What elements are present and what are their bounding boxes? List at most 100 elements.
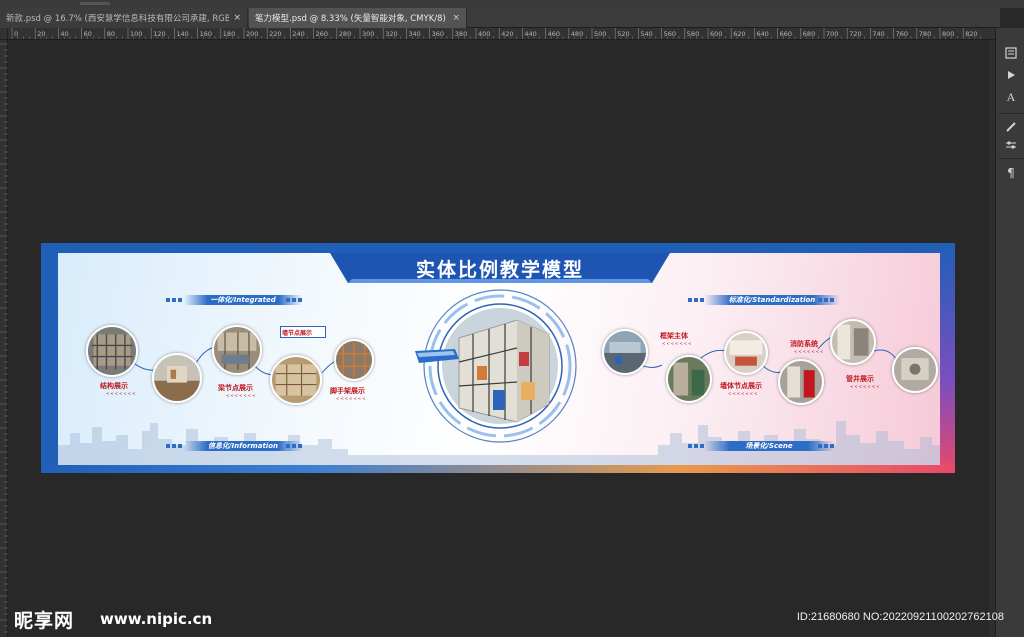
panel-separator (999, 158, 1023, 159)
vertical-ruler[interactable] (0, 40, 8, 637)
ruler-tick-label: 80 (107, 30, 115, 38)
ruler-tick-label: 740 (872, 30, 884, 38)
ruler-tick-label: 280 (339, 30, 351, 38)
document-tabbar: 新款.psd @ 16.7% (西安慧学信息科技有限公司承建, RGB/8#) … (0, 8, 1000, 28)
ruler-tick-label: 780 (919, 30, 931, 38)
ruler-tick-label: 240 (292, 30, 304, 38)
caption-frame-body: 框架主体 (660, 332, 688, 340)
caption-pipe-shaft: 管井展示 (846, 375, 874, 383)
photo-wall-node (212, 325, 262, 375)
caption-sub-pipe-shaft: <<<<<<< (850, 384, 881, 389)
play-icon[interactable] (1002, 68, 1020, 82)
ruler-tick-label: 100 (130, 30, 142, 38)
ruler-origin[interactable] (0, 28, 8, 40)
ruler-tick-label: 140 (176, 30, 188, 38)
ruler-tick-label: 40 (60, 30, 68, 38)
horizontal-ruler[interactable]: 0 20 40 60 80 100 120 140 160 180 200 220 240 260 280 3… (8, 28, 995, 40)
watermark-logo: 昵享网 (14, 610, 75, 632)
ruler-tick-label: 600 (710, 30, 722, 38)
caption-sub-scaffold: <<<<<<< (336, 396, 367, 401)
tab-document-2[interactable]: 笔力模型.psd @ 8.33% (矢量智能对象, CMYK/8) * × (249, 8, 467, 28)
ruler-tick-label: 360 (432, 30, 444, 38)
ruler-tick-label: 680 (803, 30, 815, 38)
photo-wall-node-right (724, 331, 768, 375)
ruler-tick-label: 20 (37, 30, 45, 38)
ruler-tick-label: 820 (965, 30, 977, 38)
tab-document-1[interactable]: 新款.psd @ 16.7% (西安慧学信息科技有限公司承建, RGB/8#) … (0, 8, 248, 28)
hub-nameplate (415, 349, 459, 363)
ruler-tick-label: 800 (942, 30, 954, 38)
paragraph-icon-label: ¶ (1007, 166, 1015, 180)
right-docked-panel: A ¶ (995, 28, 1024, 637)
ruler-tick-label: 120 (153, 30, 165, 38)
photo-fire-system (778, 359, 824, 405)
watermark-url: www.nipic.cn (100, 610, 213, 628)
photo-scaffold-node (270, 355, 322, 405)
brush-icon[interactable] (1002, 120, 1020, 134)
history-icon[interactable] (1002, 46, 1020, 60)
ruler-tick-label: 420 (501, 30, 513, 38)
photo-pipe-shaft (830, 319, 876, 365)
caption-sub-frame-body: <<<<<<< (662, 341, 693, 346)
ruler-tick-label: 440 (524, 30, 536, 38)
ruler-tick-label: 220 (269, 30, 281, 38)
caption-fire-system: 消防系统 (790, 340, 818, 348)
ruler-tick-label: 260 (316, 30, 328, 38)
central-model-hub (423, 289, 577, 443)
ruler-tick-label: 720 (849, 30, 861, 38)
caption-scaffold: 脚手架展示 (330, 387, 365, 395)
ruler-tick-label: 200 (246, 30, 258, 38)
top-strip-mark (80, 2, 110, 5)
tab-document-1-label: 新款.psd @ 16.7% (西安慧学信息科技有限公司承建, RGB/8#) (6, 14, 230, 24)
paragraph-icon[interactable]: ¶ (1002, 166, 1020, 180)
ruler-tick-label: 480 (571, 30, 583, 38)
ruler-tick-label: 300 (362, 30, 374, 38)
vertical-ruler-ticks (0, 43, 8, 633)
adjust-icon[interactable] (1002, 138, 1020, 152)
ruler-tick-label: 400 (478, 30, 490, 38)
top-strip (0, 0, 1024, 8)
tab-document-2-close-icon[interactable]: × (452, 13, 460, 23)
ruler-tick-label: 380 (455, 30, 467, 38)
ruler-tick-label: 60 (84, 30, 92, 38)
photo-pipe-detail (892, 347, 938, 393)
ruler-tick-label: 580 (687, 30, 699, 38)
ruler-tick-label: 620 (733, 30, 745, 38)
photo-wall-detail (666, 355, 712, 403)
caption-beam-node: 梁节点展示 (218, 384, 253, 392)
ruler-tick-label: 760 (896, 30, 908, 38)
ruler-tick-label: 660 (780, 30, 792, 38)
caption-sub-fire-system: <<<<<<< (794, 349, 825, 354)
ruler-tick-label: 160 (200, 30, 212, 38)
caption-sub-beam-node: <<<<<<< (226, 393, 257, 398)
ruler-tick-label: 540 (640, 30, 652, 38)
design-panel: 实体比例教学模型 一体化/Integrated 信息化/Information … (58, 253, 940, 465)
canvas-document[interactable]: 实体比例教学模型 一体化/Integrated 信息化/Information … (41, 243, 955, 473)
photo-frame-body (602, 329, 648, 375)
caption-wall-node: 墙节点展示 (282, 330, 313, 337)
ruler-tick-label: 340 (408, 30, 420, 38)
ruler-tick-label: 320 (385, 30, 397, 38)
horizontal-ruler-ticks: 0 20 40 60 80 100 120 140 160 180 200 220 240 260 280 3… (11, 28, 981, 39)
ruler-tick-label: 700 (826, 30, 838, 38)
tab-document-1-close-icon[interactable]: × (233, 13, 241, 23)
ruler-tick-label: 520 (617, 30, 629, 38)
character-icon[interactable]: A (1002, 90, 1020, 104)
photo-beam-node (152, 353, 202, 403)
tab-document-2-label: 笔力模型.psd @ 8.33% (矢量智能对象, CMYK/8) * (255, 14, 449, 24)
caption-wall-node-right: 墙体节点展示 (720, 382, 762, 390)
caption-sub-wall-node-right: <<<<<<< (728, 391, 759, 396)
ruler-tick-label: 500 (594, 30, 606, 38)
character-icon-label: A (1006, 89, 1016, 104)
photo-structure (86, 325, 138, 377)
watermark-id: ID:21680680 NO:20220921100202762108 (796, 611, 1004, 623)
panel-separator (999, 113, 1023, 114)
doc-right-edge (939, 243, 955, 473)
photoshop-window: 新款.psd @ 16.7% (西安慧学信息科技有限公司承建, RGB/8#) … (0, 0, 1024, 637)
caption-sub-structure: <<<<<<< (106, 391, 137, 396)
photo-scaffold (334, 339, 374, 381)
caption-structure: 结构展示 (100, 382, 128, 390)
ruler-tick-label: 180 (223, 30, 235, 38)
ruler-tick-label: 560 (664, 30, 676, 38)
ruler-tick-label: 640 (756, 30, 768, 38)
